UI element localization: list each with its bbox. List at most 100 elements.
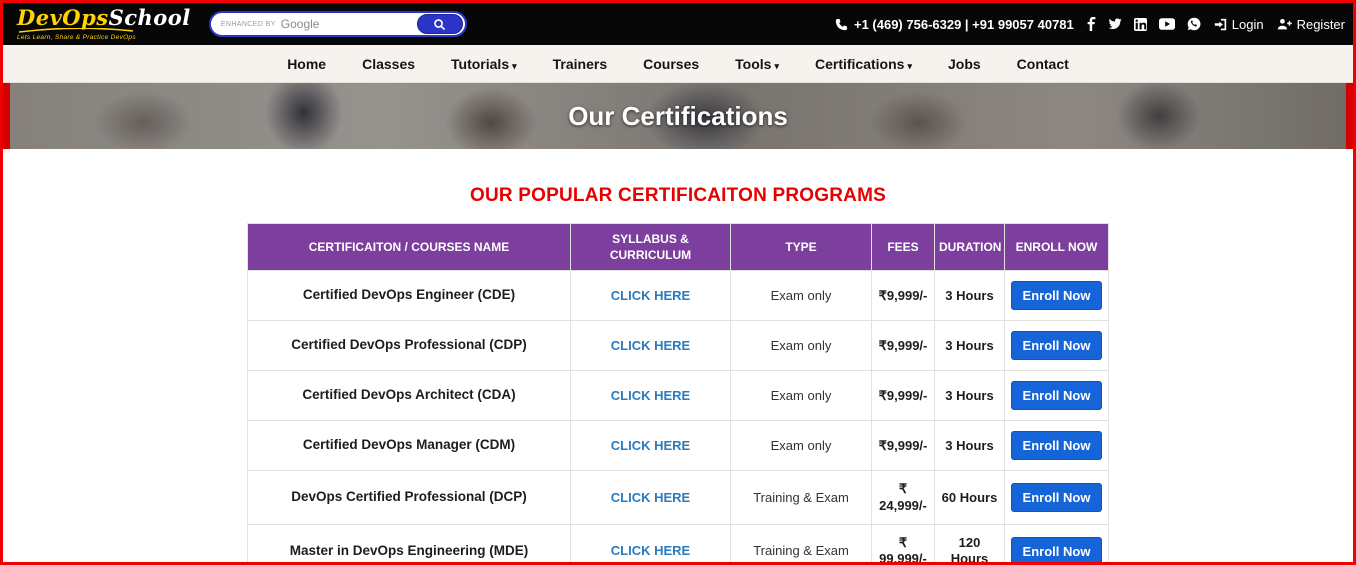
whatsapp-icon — [1187, 17, 1201, 31]
table-row: Certified DevOps Architect (CDA) CLICK HE… — [248, 371, 1109, 421]
syllabus-cell: CLICK HERE — [571, 371, 731, 421]
search-engine-label: Google — [281, 17, 417, 31]
duration-cell: 3 Hours — [935, 321, 1005, 371]
login-label: Login — [1232, 17, 1264, 32]
nav-item-certifications[interactable]: Certifications▾ — [815, 56, 912, 72]
phone-text: +1 (469) 756-6329 | +91 99057 40781 — [854, 17, 1074, 32]
register-link[interactable]: Register — [1277, 17, 1345, 32]
course-name-cell: Certified DevOps Manager (CDM) — [248, 421, 571, 471]
fees-cell: ₹9,999/- — [872, 421, 935, 471]
fees-cell: ₹9,999/- — [872, 271, 935, 321]
header-enroll: ENROLL NOW — [1005, 224, 1109, 271]
header-course-name: CERTIFICAITON / COURSES NAME — [248, 224, 571, 271]
table-row: Certified DevOps Manager (CDM) CLICK HERE… — [248, 421, 1109, 471]
chevron-down-icon: ▾ — [907, 61, 912, 71]
fees-cell: ₹ 99,999/- — [872, 524, 935, 562]
main-content: OUR POPULAR CERTIFICAITON PROGRAMS CERTI… — [3, 149, 1353, 562]
syllabus-link[interactable]: CLICK HERE — [611, 338, 690, 353]
top-bar: DevOpsSchool Lets Learn, Share & Practic… — [3, 3, 1353, 45]
nav-item-trainers[interactable]: Trainers — [553, 56, 607, 72]
facebook-link[interactable] — [1087, 17, 1096, 31]
syllabus-cell: CLICK HERE — [571, 421, 731, 471]
duration-cell: 60 Hours — [935, 471, 1005, 525]
nav-item-classes[interactable]: Classes — [362, 56, 415, 72]
course-name-cell: Master in DevOps Engineering (MDE) — [248, 524, 571, 562]
type-cell: Exam only — [731, 371, 872, 421]
facebook-icon — [1087, 17, 1096, 31]
youtube-link[interactable] — [1159, 18, 1175, 30]
syllabus-cell: CLICK HERE — [571, 471, 731, 525]
type-cell: Training & Exam — [731, 524, 872, 562]
nav-item-tools[interactable]: Tools▾ — [735, 56, 779, 72]
nav-item-contact[interactable]: Contact — [1017, 56, 1069, 72]
phone-numbers: +1 (469) 756-6329 | +91 99057 40781 — [835, 17, 1074, 32]
fees-cell: ₹ 24,999/- — [872, 471, 935, 525]
header-type: TYPE — [731, 224, 872, 271]
enroll-cell: Enroll Now — [1005, 471, 1109, 525]
type-cell: Exam only — [731, 421, 872, 471]
table-row: Certified DevOps Engineer (CDE)CLICK HER… — [248, 271, 1109, 321]
table-row: Master in DevOps Engineering (MDE) CLICK … — [248, 524, 1109, 562]
syllabus-link[interactable]: CLICK HERE — [611, 490, 690, 505]
table-row: Certified DevOps Professional (CDP) CLICK… — [248, 321, 1109, 371]
youtube-icon — [1159, 18, 1175, 30]
enroll-cell: Enroll Now — [1005, 371, 1109, 421]
type-cell: Exam only — [731, 321, 872, 371]
page: DevOpsSchool Lets Learn, Share & Practic… — [0, 0, 1356, 565]
enroll-now-button[interactable]: Enroll Now — [1011, 281, 1103, 310]
topbar-right: +1 (469) 756-6329 | +91 99057 40781 — [835, 17, 1345, 32]
nav-item-jobs[interactable]: Jobs — [948, 56, 981, 72]
phone-icon — [835, 18, 848, 31]
twitter-icon — [1108, 18, 1122, 30]
main-nav: Home Classes Tutorials▾ Trainers Courses Tool… — [3, 45, 1353, 83]
enroll-now-button[interactable]: Enroll Now — [1011, 483, 1103, 512]
hero-image: Our Certifications — [10, 83, 1346, 149]
course-name-cell: DevOps Certified Professional (DCP) — [248, 471, 571, 525]
linkedin-icon — [1134, 18, 1147, 31]
syllabus-link[interactable]: CLICK HERE — [611, 438, 690, 453]
nav-item-home[interactable]: Home — [287, 56, 326, 72]
enroll-now-button[interactable]: Enroll Now — [1011, 381, 1103, 410]
social-links — [1087, 17, 1201, 31]
twitter-link[interactable] — [1108, 18, 1122, 30]
register-label: Register — [1297, 17, 1345, 32]
header-syllabus: SYLLABUS & CURRICULUM — [571, 224, 731, 271]
header-duration: DURATION — [935, 224, 1005, 271]
certifications-table: CERTIFICAITON / COURSES NAME SYLLABUS & … — [247, 223, 1109, 562]
syllabus-cell: CLICK HERE — [571, 524, 731, 562]
search-icon — [433, 18, 446, 31]
search-input[interactable]: ENHANCED BY Google — [209, 11, 467, 37]
header-fees: FEES — [872, 224, 935, 271]
cert-table-body: Certified DevOps Engineer (CDE)CLICK HER… — [248, 271, 1109, 562]
course-name-cell: Certified DevOps Professional (CDP) — [248, 321, 571, 371]
enroll-now-button[interactable]: Enroll Now — [1011, 331, 1103, 360]
enroll-now-button[interactable]: Enroll Now — [1011, 431, 1103, 460]
linkedin-link[interactable] — [1134, 18, 1147, 31]
syllabus-link[interactable]: CLICK HERE — [611, 543, 690, 558]
logo-school-text: School — [109, 5, 191, 30]
course-name-cell: Certified DevOps Architect (CDA) — [248, 371, 571, 421]
search-enhanced-by-label: ENHANCED BY — [221, 21, 276, 28]
nav-item-tutorials[interactable]: Tutorials▾ — [451, 56, 517, 72]
syllabus-link[interactable]: CLICK HERE — [611, 288, 690, 303]
syllabus-cell: CLICK HERE — [571, 271, 731, 321]
logo-devops-text: DevOps — [17, 5, 109, 30]
login-icon — [1214, 18, 1227, 31]
nav-item-courses[interactable]: Courses — [643, 56, 699, 72]
enroll-cell: Enroll Now — [1005, 524, 1109, 562]
logo-swoosh — [17, 28, 135, 33]
hero-banner: Our Certifications — [3, 83, 1353, 149]
enroll-cell: Enroll Now — [1005, 271, 1109, 321]
search-button[interactable] — [417, 14, 463, 34]
whatsapp-link[interactable] — [1187, 17, 1201, 31]
syllabus-link[interactable]: CLICK HERE — [611, 388, 690, 403]
chevron-down-icon: ▾ — [774, 61, 779, 71]
logo-tagline: Lets Learn, Share & Practice DevOps — [17, 35, 191, 42]
enroll-cell: Enroll Now — [1005, 421, 1109, 471]
section-heading: OUR POPULAR CERTIFICAITON PROGRAMS — [3, 185, 1353, 207]
login-link[interactable]: Login — [1214, 17, 1264, 32]
duration-cell: 3 Hours — [935, 371, 1005, 421]
enroll-now-button[interactable]: Enroll Now — [1011, 537, 1103, 562]
duration-cell: 120 Hours — [935, 524, 1005, 562]
site-logo[interactable]: DevOpsSchool Lets Learn, Share & Practic… — [17, 7, 191, 42]
